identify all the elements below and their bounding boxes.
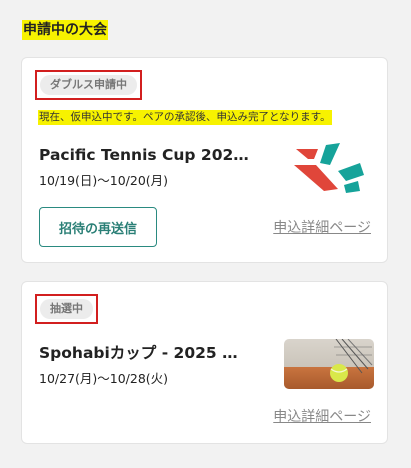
section-title: 申請中の大会 bbox=[22, 20, 108, 40]
tennis-ball-image bbox=[284, 339, 374, 389]
application-detail-link[interactable]: 申込詳細ページ bbox=[273, 407, 371, 427]
tournament-title[interactable]: Spohabiカップ - 2025 … bbox=[39, 343, 259, 363]
resend-invitation-button[interactable]: 招待の再送信 bbox=[39, 207, 157, 247]
status-badge: ダブルス申請中 bbox=[40, 75, 137, 95]
tournament-dates: 10/27(月)〜10/28(火) bbox=[39, 371, 169, 386]
badge-highlight-box: 抽選中 bbox=[35, 294, 98, 324]
badge-highlight-box: ダブルス申請中 bbox=[35, 70, 142, 100]
tournament-logo-image bbox=[294, 143, 364, 193]
application-detail-link[interactable]: 申込詳細ページ bbox=[273, 218, 371, 238]
tournament-title[interactable]: Pacific Tennis Cup 202… bbox=[39, 145, 259, 165]
tournament-dates: 10/19(日)〜10/20(月) bbox=[39, 173, 169, 188]
application-card: ダブルス申請中 現在、仮申込中です。ペアの承認後、申込み完了となります。 Pac… bbox=[21, 57, 388, 263]
status-badge: 抽選中 bbox=[40, 299, 93, 319]
application-card: 抽選中 Spohabiカップ - 2025 … 10/27(月)〜10/28(火… bbox=[21, 281, 388, 444]
pending-notice: 現在、仮申込中です。ペアの承認後、申込み完了となります。 bbox=[38, 110, 332, 125]
